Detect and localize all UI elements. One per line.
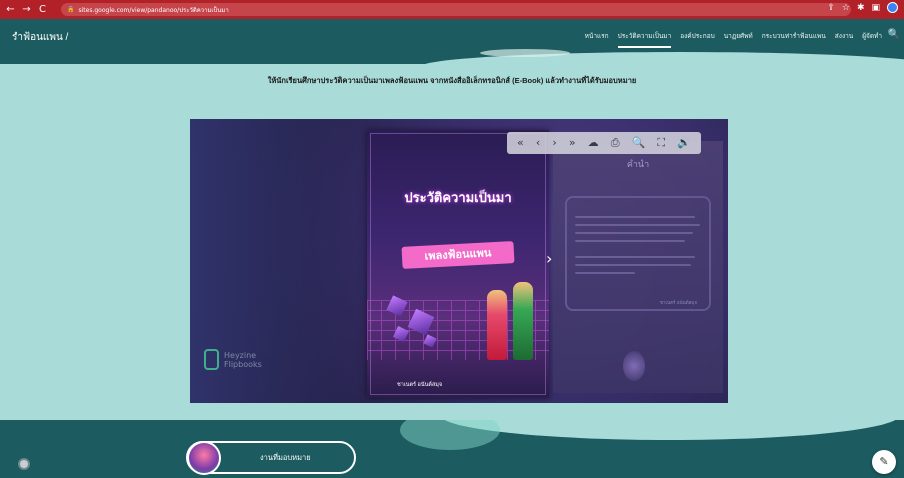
book-cover[interactable]: ประวัติความเป็นมา เพลงฟ้อนแพน ชาเนตร์ อน…	[367, 130, 549, 398]
heyzine-logo-text: Heyzine Flipbooks	[224, 350, 262, 369]
sound-icon[interactable]: 🔊	[677, 132, 691, 154]
lock-icon: 🔒	[67, 6, 75, 13]
flipbook-embed[interactable]: Heyzine Flipbooks ประวัติความเป็นมา เพลง…	[190, 119, 728, 403]
instruction-text: ให้นักเรียนศึกษาประวัติความเป็นมาเพลงฟ้อ…	[267, 76, 637, 85]
preface-text-line	[575, 240, 685, 242]
back-icon[interactable]: ←	[6, 4, 15, 15]
nav-home[interactable]: หน้าแรก	[585, 31, 609, 48]
profile-avatar[interactable]	[887, 2, 898, 13]
forward-icon[interactable]: →	[22, 4, 31, 15]
nav-dance-moves[interactable]: กระบวนท่ารำฟ้อนแพน	[762, 31, 826, 48]
tab-icon[interactable]: ▣	[871, 3, 880, 13]
site-title[interactable]: รำฟ้อนแพน /	[12, 30, 68, 45]
edit-icon[interactable]: ✎	[872, 450, 896, 474]
preface-title: คำนำ	[626, 159, 650, 169]
cover-title: ประวัติความเป็นมา	[404, 190, 512, 205]
url-text: sites.google.com/view/pandanoo/ประวัติคว…	[78, 6, 229, 14]
site-header: รำฟ้อนแพน / หน้าแรก ประวัติความเป็นมา อง…	[0, 19, 904, 64]
previous-page-icon[interactable]: ‹	[536, 132, 540, 154]
cover-dancer-female	[487, 290, 507, 360]
heyzine-logo-icon	[204, 349, 219, 370]
assignment-avatar	[187, 441, 221, 475]
nav-submit-work[interactable]: ส่งงาน	[835, 31, 853, 48]
download-cloud-icon[interactable]: ☁	[588, 132, 599, 154]
assignment-button-label: งานที่มอบหมาย	[260, 453, 311, 462]
settings-icon[interactable]	[18, 458, 30, 470]
nav-authors[interactable]: ผู้จัดทำ	[862, 31, 882, 48]
site-footer: งานที่มอบหมาย	[0, 420, 904, 478]
zoom-icon[interactable]: 🔍	[632, 132, 646, 154]
nav-terms[interactable]: นาฏยศัพท์	[724, 31, 753, 48]
next-page-icon[interactable]: ›	[552, 132, 556, 154]
heyzine-logo: Heyzine Flipbooks	[204, 349, 262, 370]
preface-text-line	[575, 216, 695, 218]
first-page-icon[interactable]: «	[517, 132, 524, 154]
preface-text-box	[565, 196, 711, 311]
search-icon[interactable]: 🔍	[888, 29, 900, 40]
assignment-button[interactable]: งานที่มอบหมาย	[186, 441, 356, 475]
nav-components[interactable]: องค์ประกอบ	[680, 31, 715, 48]
browser-toolbar: ← → C 🔒 sites.google.com/view/pandanoo/ป…	[0, 0, 904, 19]
fullscreen-icon[interactable]: ⛶	[657, 132, 665, 154]
footer-wave-highlight	[400, 420, 500, 450]
preface-text-line	[575, 272, 635, 274]
preface-signature: ชาเนตร์ อนันต์สมุจ	[659, 301, 697, 306]
print-icon[interactable]: ⎙	[611, 132, 620, 154]
preface-text-line	[575, 256, 695, 258]
browser-nav: ← → C	[0, 4, 47, 15]
header-wave-highlight	[480, 49, 570, 57]
footer-wave-decoration	[440, 420, 900, 440]
reload-icon[interactable]: C	[38, 4, 47, 15]
extensions-icon[interactable]: ✱	[857, 3, 865, 13]
nav-history[interactable]: ประวัติความเป็นมา	[617, 31, 672, 48]
cover-dancer-male	[513, 282, 533, 360]
flipbook-toolbar: « ‹ › » ☁ ⎙ 🔍 ⛶ 🔊	[507, 132, 701, 154]
preface-dancers-image	[623, 351, 645, 381]
preface-text-line	[575, 224, 700, 226]
cover-author: ชาเนตร์ อนันต์สมุจ	[397, 382, 443, 388]
site-nav: หน้าแรก ประวัติความเป็นมา องค์ประกอบ นาฏ…	[585, 31, 882, 48]
preface-text-line	[575, 232, 693, 234]
bookmark-star-icon[interactable]: ☆	[842, 3, 850, 13]
address-bar[interactable]: 🔒 sites.google.com/view/pandanoo/ประวัติ…	[61, 3, 851, 16]
preface-text-line	[575, 264, 691, 266]
share-icon[interactable]: ⇪	[827, 3, 835, 13]
next-page-arrow-icon[interactable]: ›	[546, 249, 552, 268]
book-page-preface[interactable]: คำนำ ชาเนตร์ อนันต์สมุจ	[553, 141, 723, 393]
last-page-icon[interactable]: »	[569, 132, 576, 154]
browser-actions: ⇪ ☆ ✱ ▣	[827, 2, 898, 13]
